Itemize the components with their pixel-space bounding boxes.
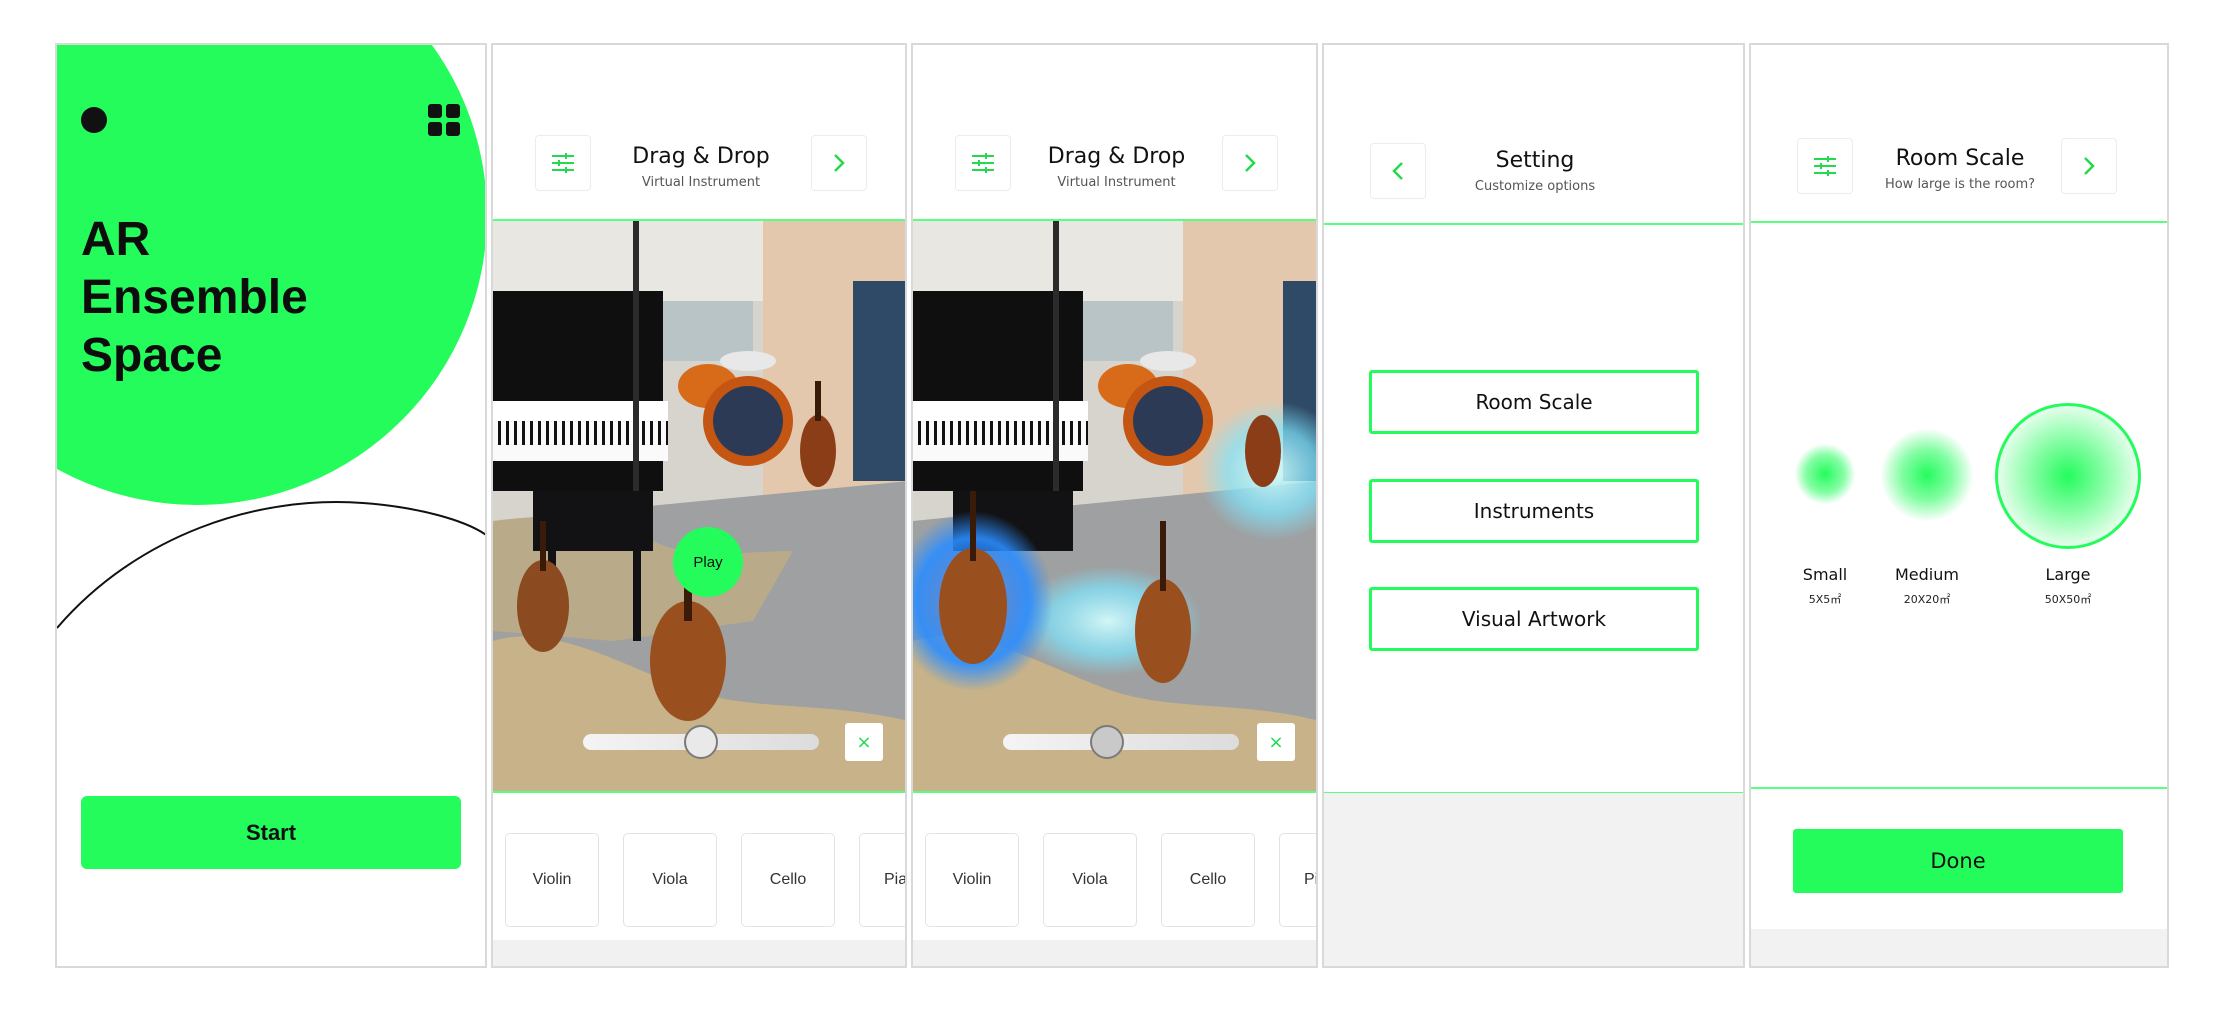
dragdrop-playing-screen: Drag & Drop Virtual Instrument × Violin … — [911, 43, 1318, 968]
volume-slider-thumb[interactable] — [684, 725, 718, 759]
instrument-picker: Violin Viola Cello Piano — [493, 793, 907, 966]
room-size-medium-label: Medium — [1895, 565, 1959, 584]
ar-room-image — [493, 221, 905, 791]
app-title-line: Space — [81, 329, 223, 382]
setting-screen: Setting Customize options Room Scale Ins… — [1322, 43, 1745, 968]
instrument-card-violin[interactable]: Violin — [925, 833, 1019, 927]
content-divider — [1751, 787, 2167, 789]
app-title-line: Ensemble — [81, 271, 308, 324]
settings-sliders-button[interactable] — [955, 135, 1011, 191]
play-button[interactable]: Play — [673, 527, 743, 597]
picker-footer — [913, 940, 1316, 966]
room-size-small-label: Small — [1802, 565, 1848, 584]
room-size-large-label: Large — [2045, 565, 2091, 584]
sliders-icon — [1814, 156, 1836, 176]
header-divider — [1751, 221, 2167, 223]
instruments-option[interactable]: Instruments — [1369, 479, 1699, 543]
page-title: Setting — [1495, 148, 1575, 173]
dragdrop-screen: Drag & Drop Virtual Instrument Play × Vi… — [491, 43, 907, 968]
app-title: AR Ensemble Space — [81, 211, 401, 385]
room-size-large-option[interactable] — [1995, 403, 2141, 549]
room-scale-option[interactable]: Room Scale — [1369, 370, 1699, 434]
setting-footer — [1324, 793, 1743, 966]
settings-sliders-button[interactable] — [535, 135, 591, 191]
volume-slider-thumb[interactable] — [1089, 725, 1124, 759]
header-divider — [1324, 223, 1743, 225]
done-button[interactable]: Done — [1793, 829, 2123, 893]
close-button[interactable]: × — [845, 723, 883, 761]
app-title-line: AR — [81, 213, 151, 266]
instrument-picker: Violin Viola Cello Piano — [913, 793, 1318, 966]
ar-camera-view[interactable]: × — [913, 221, 1316, 791]
instrument-card-piano-label: Piano — [1304, 871, 1318, 888]
instrument-card-cello[interactable]: Cello — [1161, 833, 1255, 927]
next-button[interactable] — [2061, 138, 2117, 194]
settings-sliders-button[interactable] — [1797, 138, 1853, 194]
next-button[interactable] — [1222, 135, 1278, 191]
room-size-large-dim: 50X50㎡ — [2044, 593, 2092, 606]
ar-camera-view[interactable]: Play × — [493, 221, 905, 791]
home-screen: AR Ensemble Space Start — [55, 43, 487, 968]
room-scale-footer — [1751, 929, 2167, 966]
back-button[interactable] — [1370, 143, 1426, 199]
chevron-right-icon — [2084, 157, 2095, 175]
page-subtitle: Virtual Instrument — [641, 175, 761, 190]
grid-menu-icon[interactable] — [428, 104, 460, 136]
room-scale-screen: Room Scale How large is the room? Small … — [1749, 43, 2169, 968]
instrument-card-piano[interactable]: Piano — [859, 833, 907, 927]
next-button[interactable] — [811, 135, 867, 191]
instrument-card-cello[interactable]: Cello — [741, 833, 835, 927]
visual-artwork-option[interactable]: Visual Artwork — [1369, 587, 1699, 651]
instrument-card-piano[interactable]: Piano — [1279, 833, 1318, 927]
instrument-card-viola[interactable]: Viola — [623, 833, 717, 927]
page-subtitle: Customize options — [1474, 179, 1596, 194]
chevron-right-icon — [1245, 154, 1256, 172]
chevron-left-icon — [1392, 162, 1403, 180]
sliders-icon — [972, 153, 994, 173]
page-title: Drag & Drop — [632, 144, 770, 169]
instrument-card-violin[interactable]: Violin — [505, 833, 599, 927]
start-button[interactable]: Start — [81, 796, 461, 869]
room-size-medium-dim: 20X20㎡ — [1903, 593, 1951, 606]
chevron-right-icon — [834, 154, 845, 172]
room-size-small-dim: 5X5㎡ — [1808, 593, 1842, 606]
room-size-small-option[interactable] — [1795, 444, 1855, 504]
page-subtitle: Virtual Instrument — [1057, 175, 1176, 190]
sliders-icon — [552, 153, 574, 173]
page-title: Room Scale — [1895, 146, 2025, 171]
room-size-medium-option[interactable] — [1881, 429, 1973, 521]
instrument-card-viola[interactable]: Viola — [1043, 833, 1137, 927]
picker-footer — [493, 940, 905, 966]
page-title: Drag & Drop — [1047, 144, 1186, 169]
close-button[interactable]: × — [1257, 723, 1295, 761]
page-subtitle: How large is the room? — [1884, 177, 2036, 192]
decorative-arc — [57, 501, 485, 629]
instrument-card-piano-label: Piano — [884, 871, 907, 888]
ar-room-image-playing — [913, 221, 1316, 791]
dot-icon — [81, 107, 107, 133]
